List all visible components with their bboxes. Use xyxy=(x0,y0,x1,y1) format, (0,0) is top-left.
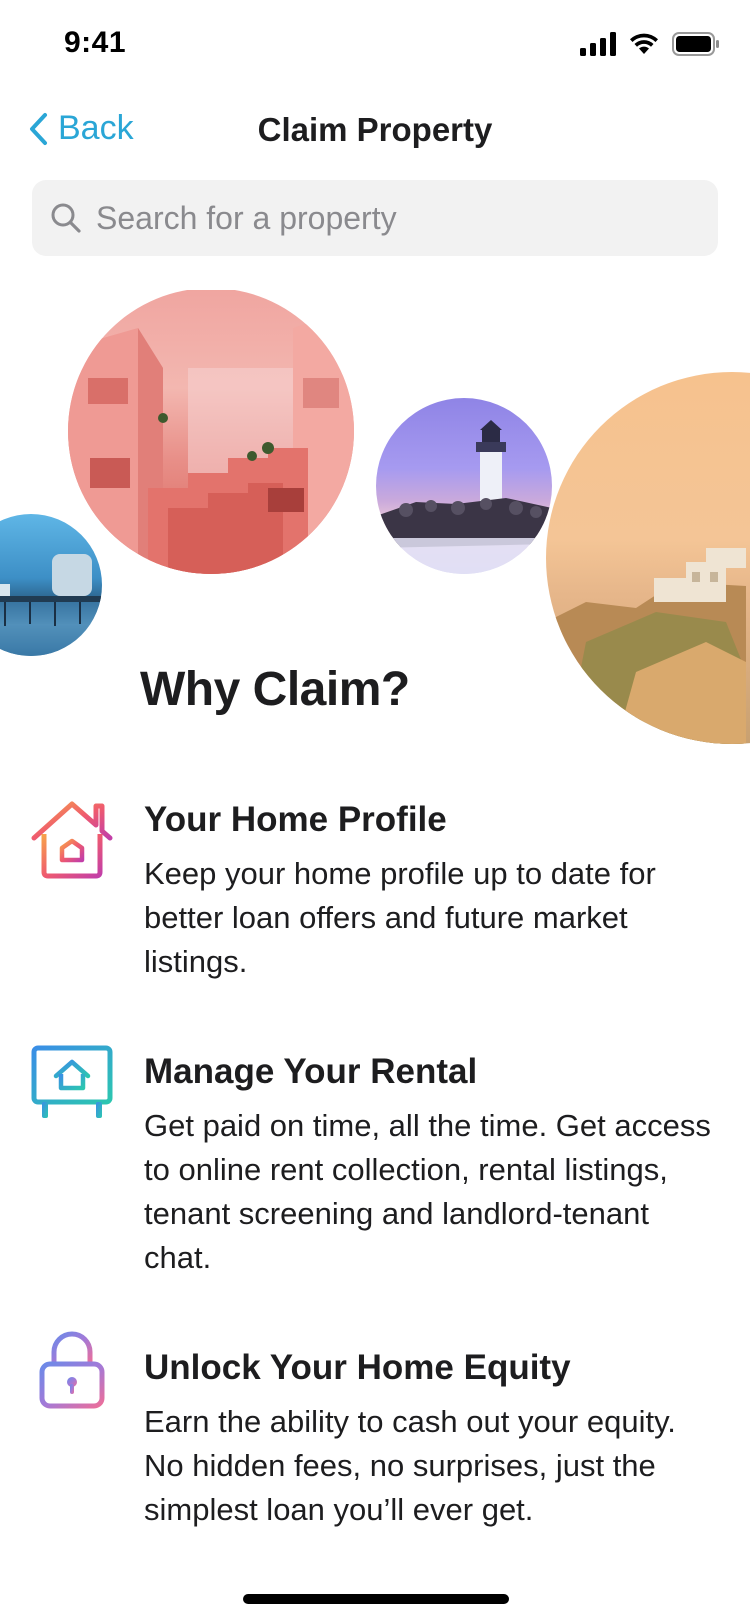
pier-illustration xyxy=(0,554,102,656)
search-icon xyxy=(51,203,81,233)
cliff-houses-illustration xyxy=(546,548,746,744)
feature-description: Earn the ability to cash out your equity… xyxy=(144,1404,676,1527)
feature-title: Your Home Profile xyxy=(144,800,447,839)
status-icons xyxy=(580,32,720,56)
home-icon xyxy=(31,801,113,879)
status-time: 9:41 xyxy=(64,26,127,59)
rental-sign-icon xyxy=(31,1045,113,1118)
page-title: Claim Property xyxy=(257,111,493,148)
lock-icon xyxy=(39,1331,105,1409)
why-claim-heading: Why Claim? xyxy=(140,663,410,716)
lighthouse-photo xyxy=(376,398,552,574)
search-bar[interactable] xyxy=(32,180,718,256)
search-input[interactable] xyxy=(96,199,696,237)
signal-icon xyxy=(580,32,616,56)
home-indicator[interactable] xyxy=(243,1594,509,1604)
feature-title: Unlock Your Home Equity xyxy=(144,1348,571,1387)
wifi-icon xyxy=(630,33,658,54)
feature-description: Keep your home profile up to date for be… xyxy=(144,856,656,979)
coastal-cliff-houses-photo xyxy=(546,372,750,744)
pink-building-photo xyxy=(68,290,354,574)
battery-icon xyxy=(672,32,719,56)
pink-building-illustration xyxy=(68,308,354,574)
status-bar: 9:41 xyxy=(0,0,750,90)
feature-title: Manage Your Rental xyxy=(144,1052,478,1091)
feature-description: Get paid on time, all the time. Get acce… xyxy=(144,1108,711,1275)
navigation-bar: Back Claim Property xyxy=(0,95,750,170)
pier-at-dusk-photo xyxy=(0,514,102,656)
lighthouse-illustration xyxy=(376,420,552,574)
